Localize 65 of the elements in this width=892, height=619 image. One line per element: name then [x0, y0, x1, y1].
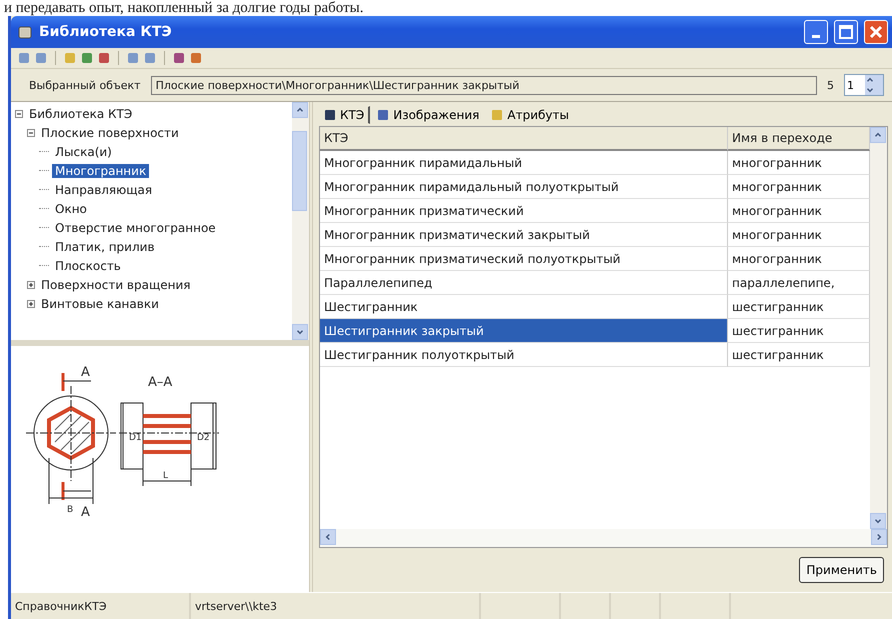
column-header[interactable]: Имя в переходе	[728, 127, 870, 151]
toolbar-icon[interactable]	[34, 51, 48, 65]
collapse-icon[interactable]	[15, 110, 23, 118]
tab-icon	[377, 109, 390, 121]
toolbar-icon[interactable]	[97, 51, 111, 65]
vertical-scrollbar[interactable]	[870, 127, 887, 529]
selected-object-field: Плоские поверхности\Многогранник\Шестигранник закрытый	[150, 76, 817, 94]
dimension-label: D2	[197, 433, 210, 443]
table-cell: Многогранник пирамидальный	[320, 151, 728, 175]
dimension-label: L	[163, 471, 168, 481]
minimize-icon	[812, 34, 820, 38]
expand-icon[interactable]	[27, 280, 35, 288]
section-label: А	[81, 365, 90, 380]
table-cell: Многогранник призматический закрытый	[320, 223, 728, 247]
column-header[interactable]: КТЭ	[320, 127, 728, 151]
window-title: Библиотека КТЭ	[39, 24, 173, 40]
page-text: и передавать опыт, накопленный за долгие годы работы.	[3, 0, 364, 16]
toolbar-icon[interactable]	[172, 51, 186, 65]
vertical-scrollbar[interactable]	[292, 102, 309, 340]
minimize-button[interactable]	[804, 20, 828, 44]
tree-item[interactable]: Винтовые канавки	[38, 296, 162, 310]
tab[interactable]: КТЭ	[319, 106, 370, 124]
table-cell: Шестигранник полуоткрытый	[320, 343, 728, 367]
tree-item[interactable]: Библиотека КТЭ	[26, 106, 136, 120]
tree-item[interactable]: Направляющая	[52, 182, 156, 196]
tab-icon	[324, 109, 336, 121]
tree-item[interactable]: Платик, прилив	[52, 240, 158, 254]
table-cell: Многогранник призматический	[320, 199, 728, 223]
horizontal-scrollbar[interactable]	[320, 529, 887, 547]
dimension-label: D1	[129, 433, 142, 443]
tab-icon	[491, 109, 504, 121]
tab[interactable]: Изображения	[372, 106, 484, 124]
apply-button[interactable]: Применить	[799, 557, 884, 583]
toolbar-icon[interactable]	[17, 51, 31, 65]
count-label: 5	[827, 78, 834, 92]
maximize-icon	[839, 25, 853, 39]
table-cell: Многогранник призматический полуоткрытый	[320, 247, 728, 271]
number-spinner[interactable]: 1	[844, 74, 884, 96]
tree-item[interactable]: Отверстие многогранное	[52, 220, 219, 234]
close-icon	[869, 25, 883, 39]
section-label: А	[81, 505, 90, 520]
tree-item[interactable]: Окно	[52, 202, 90, 216]
toolbar-icon[interactable]	[189, 51, 203, 65]
table-cell: Шестигранник закрытый	[320, 319, 728, 343]
toolbar-icon[interactable]	[80, 51, 94, 65]
section-label: А–А	[148, 375, 172, 390]
tree-item[interactable]: Плоскость	[52, 258, 124, 272]
maximize-button[interactable]	[834, 20, 858, 44]
close-button[interactable]	[864, 20, 888, 44]
tab[interactable]: Атрибуты	[486, 106, 574, 124]
status-text: vrtserver\\kte3	[191, 593, 481, 619]
expand-icon[interactable]	[27, 300, 35, 308]
table-cell: Многогранник пирамидальный полуоткрытый	[320, 175, 728, 199]
tree-item[interactable]: Лыска(и)	[52, 144, 115, 158]
field-label: Выбранный объект	[29, 78, 141, 92]
dimension-label: B	[67, 505, 74, 515]
status-text: СправочникКТЭ	[11, 593, 191, 619]
app-icon	[17, 24, 33, 40]
table-cell: Параллелепипед	[320, 271, 728, 295]
toolbar-icon[interactable]	[143, 51, 157, 65]
collapse-icon[interactable]	[27, 128, 35, 136]
tree-item[interactable]: Поверхности вращения	[38, 278, 194, 292]
tree-item[interactable]: Многогранник	[52, 164, 150, 178]
tree-item[interactable]: Плоские поверхности	[38, 126, 182, 140]
toolbar-icon[interactable]	[126, 51, 140, 65]
